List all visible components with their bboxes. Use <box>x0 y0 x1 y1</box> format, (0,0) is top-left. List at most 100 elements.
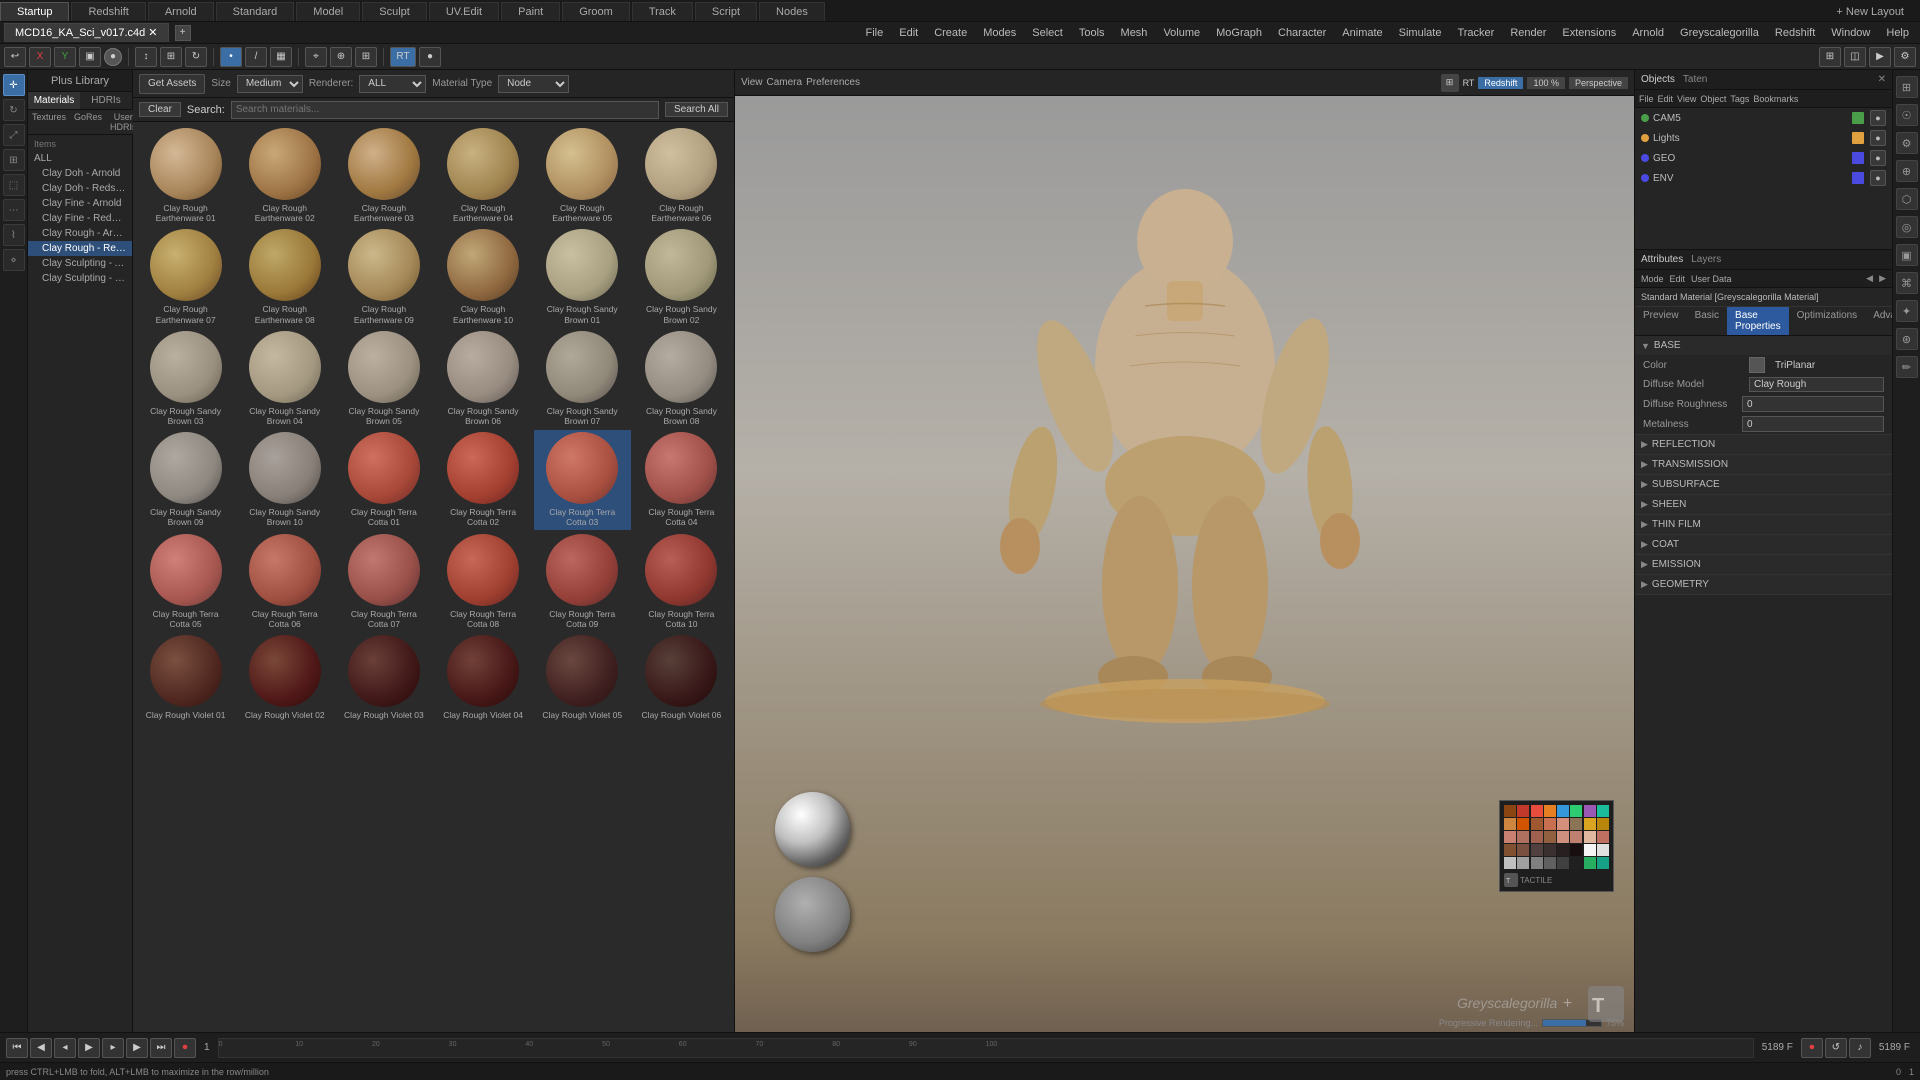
undo-btn[interactable]: ↩ <box>4 47 26 67</box>
menu-animate[interactable]: Animate <box>1335 25 1389 41</box>
material-item-8[interactable]: Clay Rough Earthenware 08 <box>236 227 333 326</box>
mat-manager[interactable]: ◫ <box>1844 47 1866 67</box>
subsurface-header[interactable]: ▶ SUBSURFACE <box>1635 475 1892 494</box>
swatch-21[interactable] <box>1557 831 1569 843</box>
material-item-10[interactable]: Clay Rough Earthenware 10 <box>434 227 531 326</box>
obj-bookmarks-tab[interactable]: Bookmarks <box>1753 94 1798 104</box>
render-quality[interactable]: ● <box>419 47 441 67</box>
swatch-37[interactable] <box>1557 857 1569 869</box>
strip-btn-5[interactable]: ⬡ <box>1896 188 1918 210</box>
swatch-39[interactable] <box>1584 857 1596 869</box>
menu-create[interactable]: Create <box>927 25 974 41</box>
material-item-13[interactable]: Clay Rough Sandy Brown 03 <box>137 329 234 428</box>
tab-track[interactable]: Track <box>632 2 693 21</box>
viewport-content[interactable]: T TACTILE Progressive Rendering... 75% <box>735 96 1634 1032</box>
material-item-9[interactable]: Clay Rough Earthenware 09 <box>335 227 432 326</box>
swatch-33[interactable] <box>1504 857 1516 869</box>
material-item-19[interactable]: Clay Rough Sandy Brown 09 <box>137 430 234 529</box>
swatch-38[interactable] <box>1570 857 1582 869</box>
strip-btn-8[interactable]: ⌘ <box>1896 272 1918 294</box>
material-item-24[interactable]: Clay Rough Terra Cotta 04 <box>633 430 730 529</box>
strip-btn-11[interactable]: ✏ <box>1896 356 1918 378</box>
tab-paint[interactable]: Paint <box>501 2 560 21</box>
tool-render[interactable]: ● <box>104 48 122 66</box>
strip-btn-4[interactable]: ⊕ <box>1896 160 1918 182</box>
swatch-22[interactable] <box>1570 831 1582 843</box>
reflection-header[interactable]: ▶ REFLECTION <box>1635 435 1892 454</box>
material-item-23[interactable]: Clay Rough Terra Cotta 03 <box>534 430 631 529</box>
timeline-btn[interactable]: ▶ <box>1869 47 1891 67</box>
menu-select[interactable]: Select <box>1025 25 1070 41</box>
material-item-35[interactable]: Clay Rough Violet 05 <box>534 633 631 722</box>
swatch-8[interactable] <box>1597 805 1609 817</box>
item-clay-fine-redshift[interactable]: Clay Fine - Redshift <box>28 211 132 226</box>
swatch-28[interactable] <box>1544 844 1556 856</box>
material-type-select[interactable]: NodeStandard <box>498 75 569 93</box>
viewport-layout-btn[interactable]: ⊞ <box>1441 74 1459 92</box>
menu-modes[interactable]: Modes <box>976 25 1023 41</box>
coat-header[interactable]: ▶ COAT <box>1635 535 1892 554</box>
menu-file[interactable]: File <box>859 25 891 41</box>
subtab-textures[interactable]: Textures <box>28 110 70 134</box>
swatch-7[interactable] <box>1584 805 1596 817</box>
menu-render[interactable]: Render <box>1503 25 1553 41</box>
edges-btn[interactable]: / <box>245 47 267 67</box>
menu-window[interactable]: Window <box>1824 25 1877 41</box>
tab-groom[interactable]: Groom <box>562 2 630 21</box>
tool-x[interactable]: X <box>29 47 51 67</box>
polys-btn[interactable]: ▦ <box>270 47 292 67</box>
material-item-31[interactable]: Clay Rough Violet 01 <box>137 633 234 722</box>
swatch-10[interactable] <box>1517 818 1529 830</box>
swatch-14[interactable] <box>1570 818 1582 830</box>
obj-manager[interactable]: ⊞ <box>1819 47 1841 67</box>
tab-materials[interactable]: Materials <box>28 92 80 109</box>
tab-sculpt[interactable]: Sculpt <box>362 2 427 21</box>
material-item-18[interactable]: Clay Rough Sandy Brown 08 <box>633 329 730 428</box>
prop-tab-basic[interactable]: Basic <box>1687 307 1727 335</box>
material-item-16[interactable]: Clay Rough Sandy Brown 06 <box>434 329 531 428</box>
subtab-gores[interactable]: GoRes <box>70 110 106 134</box>
material-item-36[interactable]: Clay Rough Violet 06 <box>633 633 730 722</box>
tab-arnold[interactable]: Arnold <box>148 2 214 21</box>
prop-tab-preview[interactable]: Preview <box>1635 307 1687 335</box>
menu-tools[interactable]: Tools <box>1072 25 1112 41</box>
swatch-23[interactable] <box>1584 831 1596 843</box>
viewport-zoom[interactable]: 100 % <box>1527 77 1565 89</box>
material-item-1[interactable]: Clay Rough Earthenware 01 <box>137 126 234 225</box>
material-item-28[interactable]: Clay Rough Terra Cotta 08 <box>434 532 531 631</box>
points-btn[interactable]: • <box>220 47 242 67</box>
move-btn[interactable]: ↕ <box>135 47 157 67</box>
search-all-btn[interactable]: Search All <box>665 102 728 117</box>
material-item-5[interactable]: Clay Rough Earthenware 05 <box>534 126 631 225</box>
menu-mesh[interactable]: Mesh <box>1114 25 1155 41</box>
view-menu[interactable]: View <box>741 77 763 88</box>
material-item-29[interactable]: Clay Rough Terra Cotta 09 <box>534 532 631 631</box>
prefs-menu[interactable]: Preferences <box>806 77 860 88</box>
tool-bridge[interactable]: ⌇ <box>3 224 25 246</box>
attr-nav-fwd[interactable]: ▶ <box>1879 273 1886 284</box>
item-clay-sculpting-arnold[interactable]: Clay Sculpting - Arnold <box>28 256 132 271</box>
tool-sculpt[interactable]: ⋄ <box>3 249 25 271</box>
search-input[interactable] <box>231 101 659 119</box>
cams-vis-toggle[interactable]: ● <box>1870 110 1886 126</box>
play-rev-btn[interactable]: ◂ <box>54 1038 76 1058</box>
swatch-34[interactable] <box>1517 857 1529 869</box>
strip-btn-2[interactable]: ☉ <box>1896 104 1918 126</box>
menu-character[interactable]: Character <box>1271 25 1333 41</box>
swatch-16[interactable] <box>1597 818 1609 830</box>
render-active[interactable]: RT <box>390 47 416 67</box>
material-item-22[interactable]: Clay Rough Terra Cotta 02 <box>434 430 531 529</box>
swatch-17[interactable] <box>1504 831 1516 843</box>
tab-uvedit[interactable]: UV.Edit <box>429 2 499 21</box>
sheen-header[interactable]: ▶ SHEEN <box>1635 495 1892 514</box>
tab-model[interactable]: Model <box>296 2 360 21</box>
tab-nodes[interactable]: Nodes <box>759 2 825 21</box>
tool-y[interactable]: Y <box>54 47 76 67</box>
tab-script[interactable]: Script <box>695 2 757 21</box>
menu-redshift[interactable]: Redshift <box>1768 25 1822 41</box>
metalness-input[interactable] <box>1742 416 1884 432</box>
swatch-20[interactable] <box>1544 831 1556 843</box>
swatch-35[interactable] <box>1531 857 1543 869</box>
material-item-2[interactable]: Clay Rough Earthenware 02 <box>236 126 333 225</box>
item-clay-rough-arnold[interactable]: Clay Rough - Arnold <box>28 226 132 241</box>
